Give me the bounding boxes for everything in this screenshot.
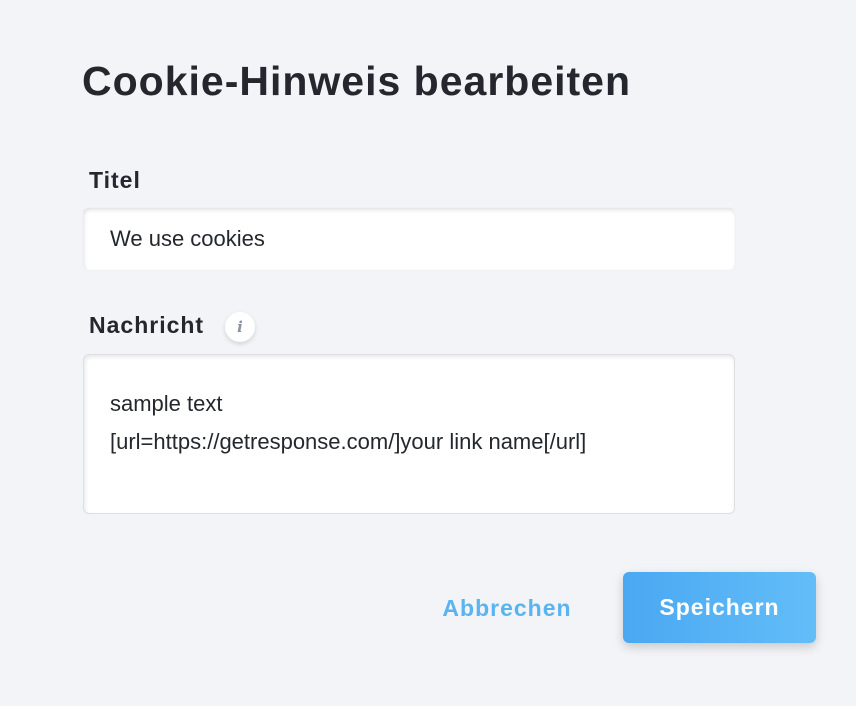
info-icon[interactable]: i (225, 312, 255, 342)
message-field-label: Nachricht (89, 312, 205, 338)
title-input[interactable] (83, 208, 735, 270)
dialog-title: Cookie-Hinweis bearbeiten (82, 58, 632, 104)
title-field-label: Titel (89, 167, 141, 193)
message-textarea[interactable]: sample text [url=https://getresponse.com… (83, 354, 735, 514)
info-icon-glyph: i (237, 317, 243, 336)
save-button[interactable]: Speichern (623, 572, 816, 643)
edit-cookie-notice-dialog: Cookie-Hinweis bearbeiten Titel Nachrich… (0, 0, 856, 706)
cancel-button[interactable]: Abbrechen (425, 582, 589, 634)
